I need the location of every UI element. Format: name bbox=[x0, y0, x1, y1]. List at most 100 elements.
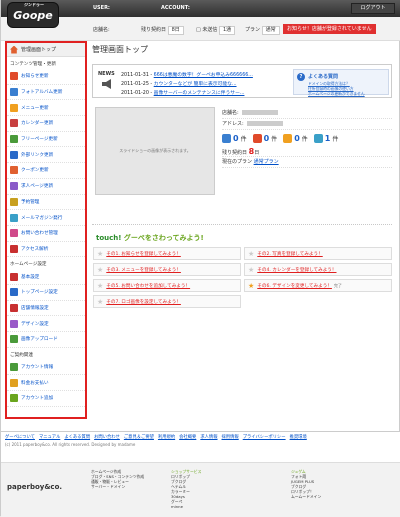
footer-link[interactable]: 推奨環境 bbox=[290, 435, 307, 440]
touch-task-link[interactable]: その2. 写真を登録してみよう！ bbox=[257, 251, 322, 257]
sidebar-item[interactable]: カレンダー更新 bbox=[7, 116, 85, 132]
count-unit: 件 bbox=[271, 135, 278, 143]
news-link[interactable]: カウンターなどが 簡単に表示可能な... bbox=[154, 82, 237, 87]
footer-column-link[interactable]: ムームードメイン bbox=[291, 494, 391, 499]
footer-column-2: ショップサービス ロリポップ ブクログ ヘテムル カラーミー 30days グーペ minne bbox=[171, 469, 281, 509]
count-value: 0 bbox=[233, 133, 239, 143]
stat-icon bbox=[283, 133, 293, 143]
days-remaining-label: 残り契約日 bbox=[222, 150, 248, 156]
touch-task-card[interactable]: ★ その6. デザインを変更してみよう！ 完了 bbox=[244, 279, 392, 292]
footer-link[interactable]: グーペについて bbox=[5, 435, 35, 440]
stat-icon bbox=[222, 133, 231, 143]
sidebar-item[interactable]: 料金お支払い bbox=[7, 375, 85, 392]
slideshow-text: スライドショーの画像が表示されます。 bbox=[119, 148, 191, 153]
touch-task-card[interactable]: ★ その2. 写真を登録してみよう！ bbox=[244, 247, 392, 260]
sidebar-item[interactable]: アクセス解析 bbox=[7, 242, 85, 258]
news-panel: NEWS 2011-01-31 - 666は悪魔の数字！グーペお申込み66666… bbox=[92, 64, 392, 98]
count-unit: 件 bbox=[332, 135, 339, 143]
star-icon: ★ bbox=[97, 281, 104, 290]
touch-heading: touch! グーペをさわってみよう! bbox=[96, 233, 388, 243]
sidebar-item-label: メールマガジン発行 bbox=[21, 215, 63, 221]
touch-task-link[interactable]: その1. お知らせを登録してみよう！ bbox=[106, 251, 181, 257]
unsent-label: 未送信 bbox=[202, 27, 218, 33]
footer-link[interactable]: 求人情報 bbox=[200, 435, 217, 440]
footer-column-link[interactable]: サーバー・ドメイン bbox=[91, 484, 144, 489]
sidebar-item[interactable]: お知らせ更新 bbox=[7, 69, 85, 85]
menu-icon bbox=[10, 182, 18, 191]
unsent-checkbox[interactable]: □ bbox=[196, 27, 201, 33]
page: ジンドゥー Goope USER: ACCOUNT: ログアウト 店舗名: 残り… bbox=[0, 0, 400, 517]
store-name-row: 店舗名: bbox=[222, 108, 392, 119]
footer-link[interactable]: よくある質問 bbox=[64, 435, 90, 440]
touch-task-link[interactable]: その6. デザインを変更してみよう！ bbox=[257, 283, 332, 289]
footer-link[interactable]: 利用規約 bbox=[158, 435, 175, 440]
touch-task-card[interactable]: ★ その1. お知らせを登録してみよう！ bbox=[93, 247, 241, 260]
sidebar-item[interactable]: フリーページ更新 bbox=[7, 132, 85, 148]
touch-task-card[interactable]: ★ その4. カレンダーを登録してみよう！ bbox=[244, 263, 392, 276]
sidebar-item[interactable]: デザイン設定 bbox=[7, 316, 85, 332]
sidebar-item[interactable]: アカウント情報 bbox=[7, 360, 85, 376]
footer-column-1: ホームページ作成 ブログ・SNS・コンテンツ作成 通販・物販・レビュー サーバー・ドメ… bbox=[91, 469, 144, 489]
sidebar-item[interactable]: 基本設定 bbox=[7, 269, 85, 285]
sidebar-section-title: コンテンツ管理・更新 bbox=[10, 62, 56, 67]
footer: グーペについて マニュアル よくある質問 お問い合わせ ご意見＆ご要望 利用規約 会社概要求… bbox=[1, 431, 400, 517]
menu-icon bbox=[10, 335, 18, 344]
store-info: 店舗名: アドレス: 0件0件0件1件 残り契約日 8日 現在のプラン 通常プラ… bbox=[222, 108, 392, 168]
news-item: 2011-01-31 - 666は悪魔の数字！グーペお申込み666666... bbox=[121, 71, 253, 78]
menu-icon bbox=[10, 303, 18, 312]
footer-column-link[interactable]: minne bbox=[171, 504, 281, 509]
store-label: 店舗名: bbox=[222, 110, 239, 116]
sidebar-item[interactable]: フォトアルバム更新 bbox=[7, 85, 85, 101]
footer-link[interactable]: お問い合わせ bbox=[94, 435, 120, 440]
news-item: 2011-01-25 - カウンターなどが 簡単に表示可能な... bbox=[121, 80, 237, 87]
days-label: 残り契約日 bbox=[141, 27, 167, 33]
touch-task-card[interactable]: ★ その5. お問い合わせを追加してみよう！ bbox=[93, 279, 241, 292]
count-value: 0 bbox=[263, 133, 270, 143]
menu-icon bbox=[10, 197, 18, 206]
news-link[interactable]: 666は悪魔の数字！グーペお申込み666666... bbox=[154, 73, 253, 78]
faq-link[interactable]: ホームページの更新ができません bbox=[308, 91, 365, 97]
sidebar-item[interactable]: クーポン更新 bbox=[7, 163, 85, 179]
sidebar-item-label: メニュー更新 bbox=[21, 105, 49, 111]
count-item: 0件 bbox=[252, 133, 278, 143]
logout-button[interactable]: ログアウト bbox=[351, 3, 395, 14]
goope-logo[interactable]: ジンドゥー Goope bbox=[7, 2, 59, 28]
touch-task-link[interactable]: その3. メニューを登録してみよう！ bbox=[106, 267, 181, 273]
home-icon bbox=[10, 45, 18, 54]
plan-link[interactable]: 通常プラン bbox=[254, 159, 279, 165]
store-not-registered-alert[interactable]: お知らせ！店舗が登録されていません bbox=[283, 24, 376, 34]
footer-link[interactable]: マニュアル bbox=[39, 435, 60, 440]
days-remaining-row: 残り契約日 8日 bbox=[222, 146, 392, 157]
sidebar-item[interactable]: トップページ設定 bbox=[7, 285, 85, 301]
sidebar-item[interactable]: 外部リンク更新 bbox=[7, 147, 85, 164]
sidebar-item-admin-top[interactable]: 管理画面トップ bbox=[7, 43, 85, 57]
sidebar-item[interactable]: メールマガジン発行 bbox=[7, 210, 85, 226]
sidebar-item[interactable]: 画像アップロード bbox=[7, 332, 85, 348]
sidebar-item-label: アカウント情報 bbox=[21, 365, 54, 371]
footer-link[interactable]: 会社概要 bbox=[179, 435, 196, 440]
touch-task-card[interactable]: ★ その7. ロゴ画像を設定してみよう！ bbox=[93, 295, 241, 308]
paperboy-logo[interactable]: paperboy&co. bbox=[7, 483, 62, 491]
touch-task-link[interactable]: その5. お問い合わせを追加してみよう！ bbox=[106, 283, 190, 289]
plan-box: 通常 bbox=[261, 26, 280, 35]
sidebar-item[interactable]: アカウント追加 bbox=[7, 391, 85, 407]
footer-link[interactable]: 採用情報 bbox=[222, 435, 239, 440]
footer-link[interactable]: プライバシーポリシー bbox=[243, 435, 286, 440]
menu-icon bbox=[10, 150, 18, 159]
sidebar-item[interactable]: 求人ページ更新 bbox=[7, 179, 85, 195]
sidebar-item[interactable]: 店舗情報設定 bbox=[7, 301, 85, 317]
footer-link[interactable]: ご意見＆ご要望 bbox=[124, 435, 154, 440]
touch-task-link[interactable]: その4. カレンダーを登録してみよう！ bbox=[257, 267, 336, 273]
sidebar-item[interactable]: お問い合わせ管理 bbox=[7, 226, 85, 242]
touch-task-link[interactable]: その7. ロゴ画像を設定してみよう！ bbox=[106, 299, 181, 305]
megaphone-icon bbox=[102, 79, 111, 89]
sidebar-item[interactable]: メニュー更新 bbox=[7, 100, 85, 117]
touch-prefix: touch! bbox=[96, 234, 122, 242]
sidebar-item[interactable]: 予約管理 bbox=[7, 195, 85, 211]
sidebar-item-label: トップページ設定 bbox=[21, 290, 58, 296]
sidebar-item-label: フォトアルバム更新 bbox=[21, 90, 63, 96]
touch-task-card[interactable]: ★ その3. メニューを登録してみよう！ bbox=[93, 263, 241, 276]
slideshow-placeholder: スライドショーの画像が表示されます。 bbox=[95, 107, 215, 195]
footer-brand-area: paperboy&co. ホームページ作成 ブログ・SNS・コンテンツ作成 通販・物… bbox=[1, 462, 400, 517]
news-link[interactable]: 画像サーバーのメンテナンスに伴うサー... bbox=[154, 91, 245, 96]
